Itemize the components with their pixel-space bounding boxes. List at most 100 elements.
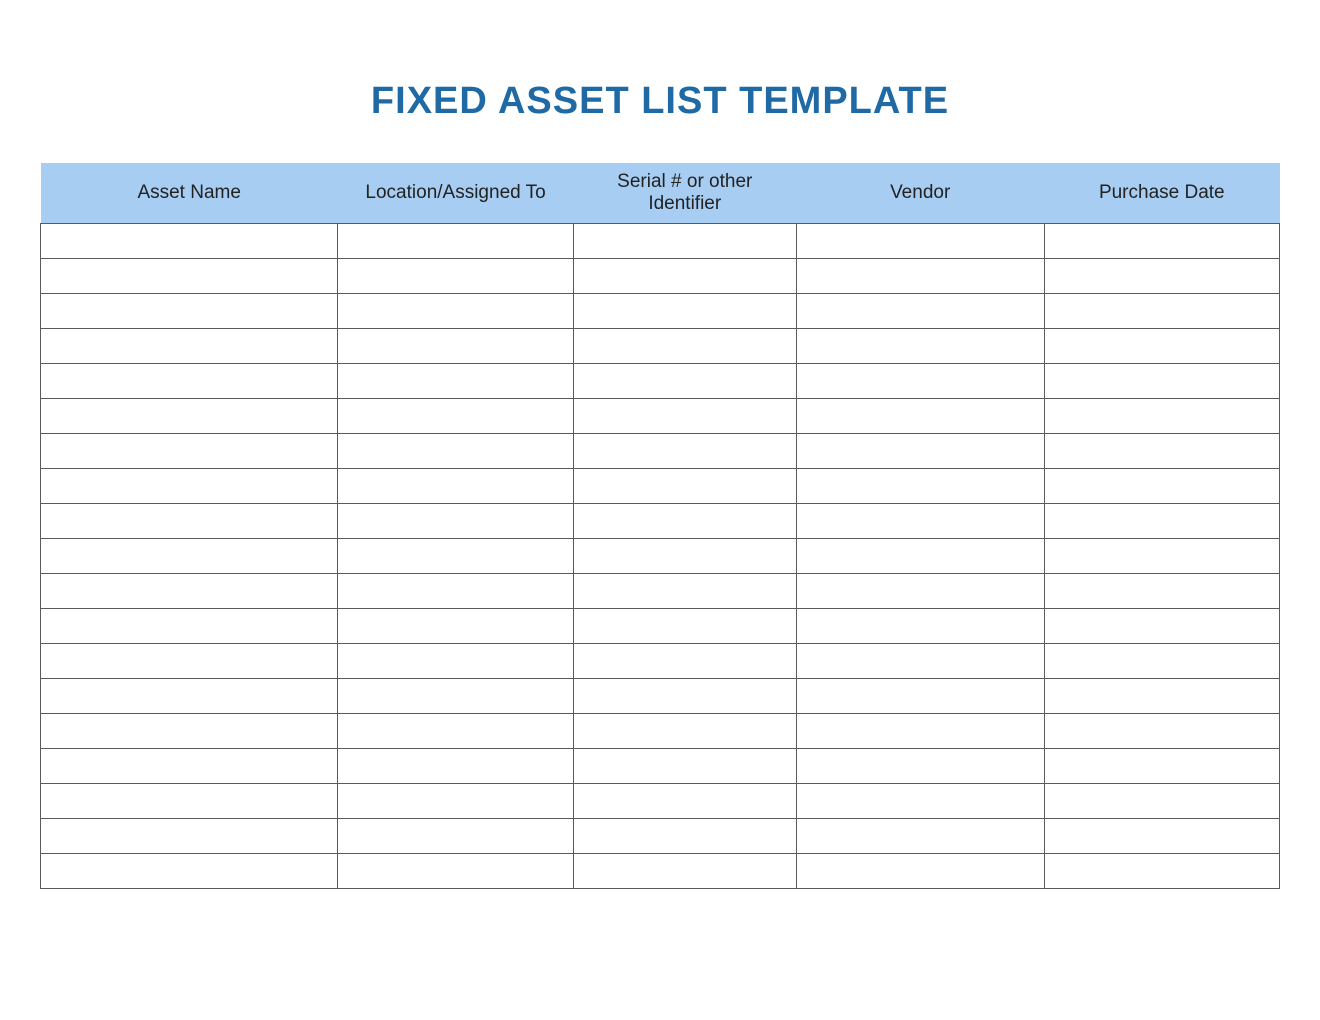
table-cell[interactable] bbox=[796, 574, 1044, 609]
table-cell[interactable] bbox=[41, 434, 338, 469]
table-cell[interactable] bbox=[338, 434, 573, 469]
table-cell[interactable] bbox=[796, 644, 1044, 679]
table-cell[interactable] bbox=[338, 749, 573, 784]
table-cell[interactable] bbox=[338, 609, 573, 644]
table-cell[interactable] bbox=[1044, 224, 1279, 259]
table-cell[interactable] bbox=[41, 819, 338, 854]
table-cell[interactable] bbox=[1044, 364, 1279, 399]
table-cell[interactable] bbox=[573, 434, 796, 469]
table-cell[interactable] bbox=[1044, 819, 1279, 854]
table-cell[interactable] bbox=[1044, 644, 1279, 679]
table-cell[interactable] bbox=[796, 504, 1044, 539]
table-cell[interactable] bbox=[41, 714, 338, 749]
table-cell[interactable] bbox=[573, 679, 796, 714]
table-cell[interactable] bbox=[41, 539, 338, 574]
table-cell[interactable] bbox=[338, 819, 573, 854]
table-cell[interactable] bbox=[573, 819, 796, 854]
table-cell[interactable] bbox=[1044, 784, 1279, 819]
table-cell[interactable] bbox=[573, 259, 796, 294]
table-cell[interactable] bbox=[573, 469, 796, 504]
table-cell[interactable] bbox=[41, 329, 338, 364]
table-cell[interactable] bbox=[41, 644, 338, 679]
table-cell[interactable] bbox=[1044, 609, 1279, 644]
table-cell[interactable] bbox=[41, 749, 338, 784]
table-cell[interactable] bbox=[573, 504, 796, 539]
table-cell[interactable] bbox=[573, 714, 796, 749]
table-cell[interactable] bbox=[41, 574, 338, 609]
table-cell[interactable] bbox=[338, 399, 573, 434]
table-cell[interactable] bbox=[1044, 259, 1279, 294]
table-cell[interactable] bbox=[796, 539, 1044, 574]
table-cell[interactable] bbox=[338, 539, 573, 574]
table-cell[interactable] bbox=[573, 224, 796, 259]
table-cell[interactable] bbox=[573, 609, 796, 644]
table-cell[interactable] bbox=[338, 294, 573, 329]
table-cell[interactable] bbox=[41, 609, 338, 644]
table-cell[interactable] bbox=[41, 224, 338, 259]
table-cell[interactable] bbox=[796, 714, 1044, 749]
table-cell[interactable] bbox=[1044, 294, 1279, 329]
table-cell[interactable] bbox=[796, 259, 1044, 294]
table-cell[interactable] bbox=[573, 364, 796, 399]
table-cell[interactable] bbox=[573, 399, 796, 434]
table-cell[interactable] bbox=[338, 329, 573, 364]
table-cell[interactable] bbox=[796, 679, 1044, 714]
table-cell[interactable] bbox=[1044, 574, 1279, 609]
table-cell[interactable] bbox=[41, 469, 338, 504]
table-cell[interactable] bbox=[41, 399, 338, 434]
table-cell[interactable] bbox=[1044, 469, 1279, 504]
table-cell[interactable] bbox=[796, 399, 1044, 434]
table-cell[interactable] bbox=[573, 574, 796, 609]
table-cell[interactable] bbox=[338, 679, 573, 714]
table-cell[interactable] bbox=[796, 819, 1044, 854]
table-cell[interactable] bbox=[796, 434, 1044, 469]
table-cell[interactable] bbox=[573, 539, 796, 574]
table-cell[interactable] bbox=[1044, 714, 1279, 749]
table-cell[interactable] bbox=[1044, 539, 1279, 574]
table-cell[interactable] bbox=[1044, 749, 1279, 784]
table-cell[interactable] bbox=[796, 784, 1044, 819]
table-cell[interactable] bbox=[796, 364, 1044, 399]
table-cell[interactable] bbox=[796, 469, 1044, 504]
table-row bbox=[41, 714, 1280, 749]
table-cell[interactable] bbox=[338, 224, 573, 259]
table-cell[interactable] bbox=[573, 854, 796, 889]
table-cell[interactable] bbox=[41, 854, 338, 889]
table-cell[interactable] bbox=[338, 644, 573, 679]
table-cell[interactable] bbox=[1044, 854, 1279, 889]
table-cell[interactable] bbox=[338, 504, 573, 539]
table-row bbox=[41, 819, 1280, 854]
table-cell[interactable] bbox=[796, 749, 1044, 784]
table-cell[interactable] bbox=[338, 259, 573, 294]
table-cell[interactable] bbox=[1044, 504, 1279, 539]
table-cell[interactable] bbox=[573, 749, 796, 784]
table-cell[interactable] bbox=[573, 784, 796, 819]
table-cell[interactable] bbox=[1044, 329, 1279, 364]
table-cell[interactable] bbox=[1044, 434, 1279, 469]
table-cell[interactable] bbox=[1044, 399, 1279, 434]
table-cell[interactable] bbox=[338, 469, 573, 504]
table-cell[interactable] bbox=[41, 784, 338, 819]
table-cell[interactable] bbox=[338, 854, 573, 889]
table-cell[interactable] bbox=[41, 679, 338, 714]
table-row bbox=[41, 609, 1280, 644]
table-cell[interactable] bbox=[573, 329, 796, 364]
table-row bbox=[41, 539, 1280, 574]
table-cell[interactable] bbox=[338, 714, 573, 749]
table-cell[interactable] bbox=[796, 854, 1044, 889]
table-cell[interactable] bbox=[338, 364, 573, 399]
table-cell[interactable] bbox=[41, 364, 338, 399]
table-cell[interactable] bbox=[573, 294, 796, 329]
table-cell[interactable] bbox=[41, 504, 338, 539]
table-cell[interactable] bbox=[41, 294, 338, 329]
table-cell[interactable] bbox=[796, 294, 1044, 329]
table-cell[interactable] bbox=[796, 609, 1044, 644]
table-cell[interactable] bbox=[41, 259, 338, 294]
table-cell[interactable] bbox=[796, 329, 1044, 364]
table-cell[interactable] bbox=[338, 784, 573, 819]
table-row bbox=[41, 504, 1280, 539]
table-cell[interactable] bbox=[796, 224, 1044, 259]
table-cell[interactable] bbox=[573, 644, 796, 679]
table-cell[interactable] bbox=[1044, 679, 1279, 714]
table-cell[interactable] bbox=[338, 574, 573, 609]
